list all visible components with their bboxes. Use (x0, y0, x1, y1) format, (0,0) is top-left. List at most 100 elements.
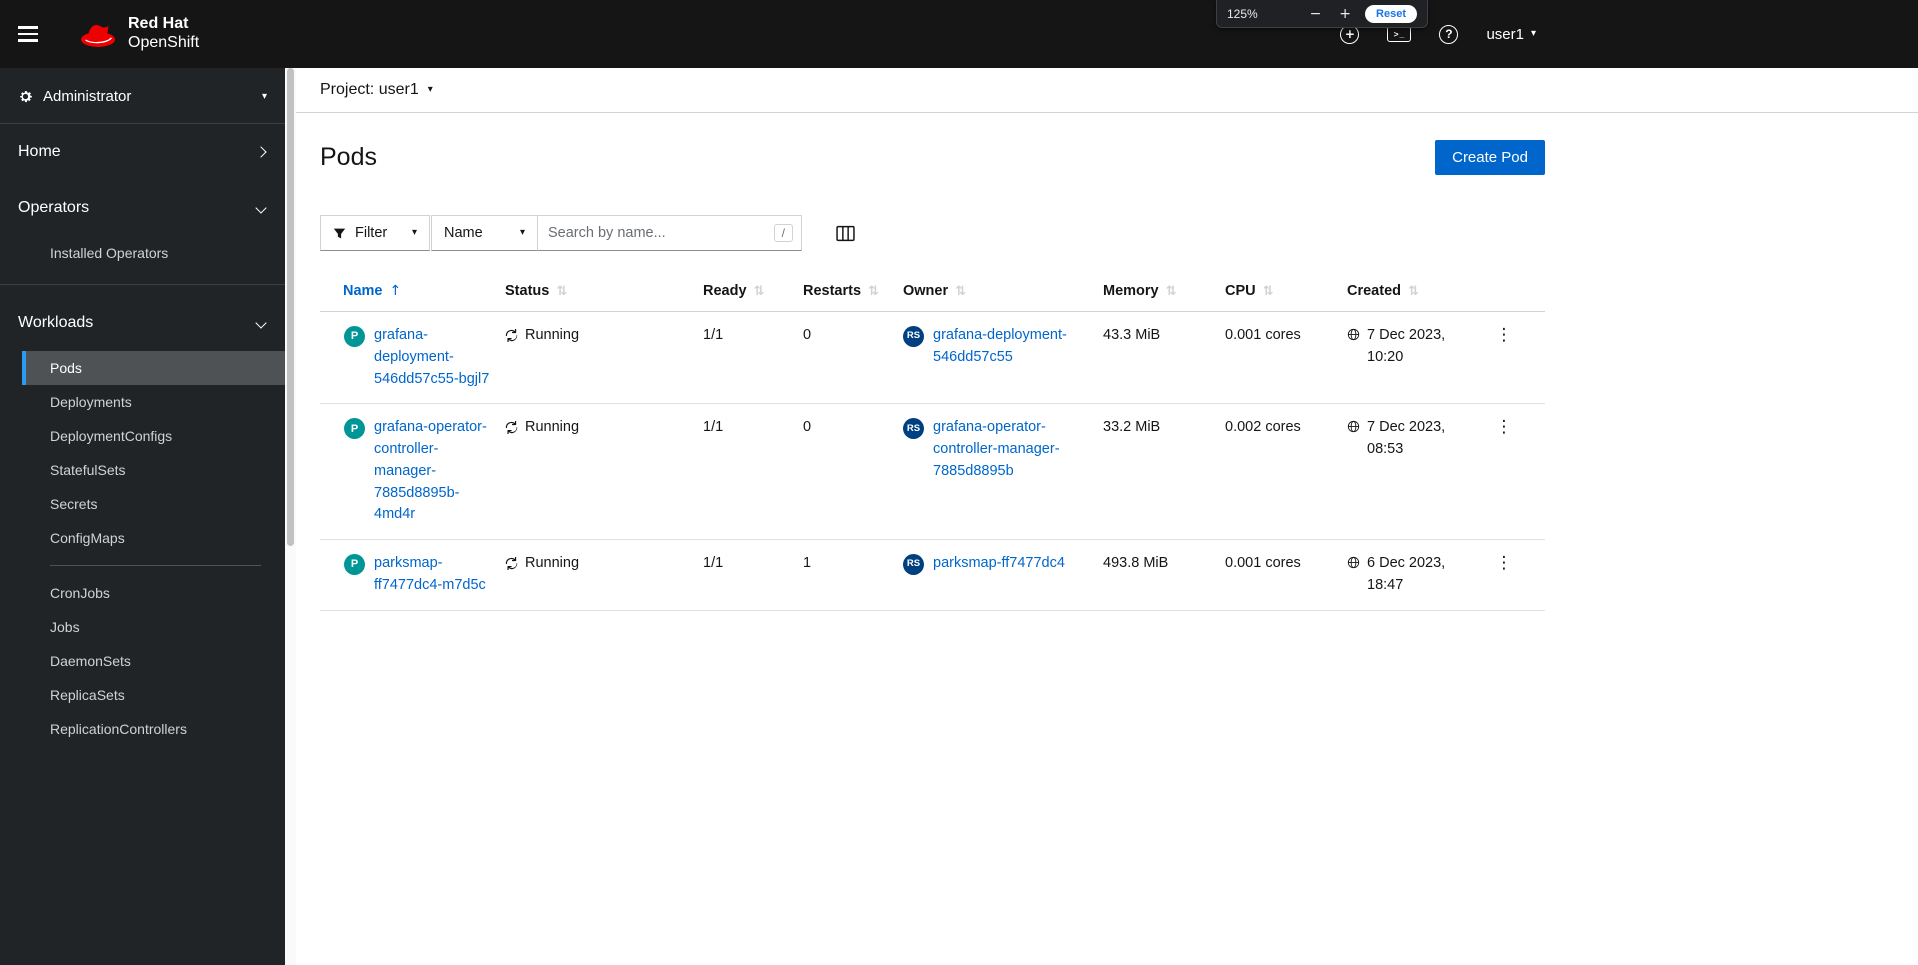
sort-icon[interactable]: ⇅ (1263, 284, 1274, 299)
zoom-out-icon[interactable]: − (1306, 6, 1326, 22)
restarts-value: 0 (803, 419, 812, 436)
sync-running-icon (505, 329, 518, 342)
chevron-down-icon: ▾ (411, 227, 417, 238)
created-value: 7 Dec 2023, 10:20 (1367, 327, 1446, 365)
table-header-row: Name ↑ Status ⇅ Ready ⇅ Restarts ⇅ Owner… (320, 271, 1545, 312)
browser-zoom-popup: 125% − + Reset (1216, 0, 1428, 28)
terminal-icon: >_ (1387, 26, 1412, 42)
hamburger-menu-icon[interactable] (16, 14, 56, 54)
sort-icon[interactable]: ⇅ (754, 284, 765, 299)
sidebar-item-home[interactable]: Home (0, 124, 285, 180)
sidebar-item-label: DeploymentConfigs (50, 428, 173, 444)
perspective-switcher[interactable]: Administrator ▾ (0, 68, 285, 124)
project-label: Project: user1 (320, 81, 419, 98)
column-header-ready[interactable]: Ready ⇅ (703, 271, 803, 312)
sidebar-item-cronjobs[interactable]: CronJobs (22, 576, 285, 610)
sort-icon[interactable]: ⇅ (1166, 284, 1177, 299)
manage-columns-button[interactable] (836, 225, 855, 242)
column-header-status[interactable]: Status ⇅ (505, 271, 703, 312)
create-pod-button[interactable]: Create Pod (1435, 140, 1545, 175)
sidebar-nav: Administrator ▾ Home Operators Installed… (0, 68, 285, 965)
zoom-reset-button[interactable]: Reset (1365, 4, 1417, 23)
user-menu[interactable]: user1 ▾ (1486, 26, 1536, 43)
status-text: Running (525, 419, 580, 436)
sidebar-item-jobs[interactable]: Jobs (22, 610, 285, 644)
sort-icon[interactable]: ⇅ (556, 284, 567, 299)
scrollbar-thumb[interactable] (287, 68, 294, 546)
sidebar-item-label: StatefulSets (50, 462, 126, 478)
restarts-value: 1 (803, 555, 812, 571)
sort-icon[interactable]: ⇅ (955, 284, 966, 299)
cpu-value: 0.001 cores (1225, 327, 1301, 343)
help-button[interactable]: ? (1439, 24, 1459, 44)
shortcut-key-badge: / (773, 224, 793, 242)
pod-badge-icon: P (344, 554, 365, 575)
search-input[interactable] (538, 225, 774, 241)
page-title: Pods (320, 143, 377, 171)
sidebar-item-replicasets[interactable]: ReplicaSets (22, 678, 285, 712)
memory-value: 43.3 MiB (1103, 327, 1161, 343)
sidebar-scrollbar[interactable] (285, 68, 296, 965)
filter-funnel-icon (333, 228, 346, 238)
column-header-created[interactable]: Created ⇅ (1347, 271, 1473, 312)
zoom-in-icon[interactable]: + (1335, 6, 1355, 22)
sidebar-item-workloads[interactable]: Workloads (0, 295, 285, 351)
main-content: Project: user1 ▾ Pods Create Pod Filter … (296, 68, 1918, 965)
column-header-restarts[interactable]: Restarts ⇅ (803, 271, 903, 312)
pods-table: Name ↑ Status ⇅ Ready ⇅ Restarts ⇅ Owner… (320, 271, 1545, 611)
sort-icon[interactable]: ⇅ (1408, 284, 1419, 299)
perspective-label: Administrator (43, 88, 132, 105)
brand-line2: OpenShift (128, 34, 200, 51)
sidebar-item-label: Installed Operators (50, 245, 169, 261)
search-box: / (537, 215, 802, 251)
attribute-label: Name (444, 225, 483, 241)
sidebar-item-deployments[interactable]: Deployments (22, 385, 285, 419)
sidebar-item-label: Secrets (50, 496, 98, 512)
pod-link[interactable]: grafana-deployment-546dd57c55-bgjl7 (374, 325, 495, 390)
owner-link[interactable]: parksmap-ff7477dc4 (933, 553, 1065, 575)
sort-ascending-icon[interactable]: ↑ (390, 283, 402, 299)
column-header-memory[interactable]: Memory ⇅ (1103, 271, 1225, 312)
pod-link[interactable]: parksmap-ff7477dc4-m7d5c (374, 553, 495, 597)
sidebar-item-daemonsets[interactable]: DaemonSets (22, 644, 285, 678)
sidebar-item-secrets[interactable]: Secrets (22, 487, 285, 521)
owner-link[interactable]: grafana-deployment-546dd57c55 (933, 325, 1083, 369)
sidebar-item-label: Jobs (50, 619, 80, 635)
kebab-menu-icon[interactable]: ⋮ (1490, 325, 1519, 345)
cpu-value: 0.001 cores (1225, 555, 1301, 571)
sidebar-item-operators[interactable]: Operators (0, 180, 285, 236)
sidebar-item-label: ConfigMaps (50, 530, 125, 546)
memory-value: 33.2 MiB (1103, 419, 1161, 436)
globe-timestamp-icon (1347, 328, 1360, 341)
sync-running-icon (505, 421, 518, 435)
column-header-name[interactable]: Name ↑ (320, 271, 505, 312)
sort-icon[interactable]: ⇅ (868, 284, 879, 299)
chevron-down-icon: ▾ (427, 84, 433, 95)
column-header-owner[interactable]: Owner ⇅ (903, 271, 1103, 312)
nav-divider (50, 565, 261, 566)
restarts-value: 0 (803, 327, 812, 343)
question-circle-icon: ? (1439, 24, 1459, 44)
kebab-menu-icon[interactable]: ⋮ (1490, 417, 1519, 437)
column-header-cpu[interactable]: CPU ⇅ (1225, 271, 1347, 312)
status-text: Running (525, 327, 580, 343)
chevron-down-icon: ▾ (261, 90, 267, 102)
owner-link[interactable]: grafana-operator-controller-manager-7885… (933, 417, 1083, 482)
search-attribute-dropdown[interactable]: Name ▾ (431, 215, 538, 251)
sidebar-item-installed-operators[interactable]: Installed Operators (22, 236, 285, 270)
cpu-value: 0.002 cores (1225, 419, 1301, 436)
web-terminal-button[interactable]: >_ (1387, 26, 1412, 42)
table-row: P grafana-deployment-546dd57c55-bgjl7 Ru… (320, 311, 1545, 405)
pod-link[interactable]: grafana-operator-controller-manager-7885… (374, 417, 495, 526)
memory-value: 493.8 MiB (1103, 555, 1169, 571)
brand-logo: Red Hat OpenShift (78, 15, 199, 53)
sidebar-item-replicationcontrollers[interactable]: ReplicationControllers (22, 712, 285, 746)
replicaset-badge-icon: RS (903, 554, 924, 575)
project-selector[interactable]: Project: user1 ▾ (296, 68, 1918, 113)
sidebar-item-pods[interactable]: Pods (22, 351, 285, 385)
sidebar-item-statefulsets[interactable]: StatefulSets (22, 453, 285, 487)
kebab-menu-icon[interactable]: ⋮ (1490, 553, 1519, 573)
sidebar-item-configmaps[interactable]: ConfigMaps (22, 521, 285, 555)
filter-dropdown[interactable]: Filter ▾ (320, 215, 430, 251)
sidebar-item-deploymentconfigs[interactable]: DeploymentConfigs (22, 419, 285, 453)
